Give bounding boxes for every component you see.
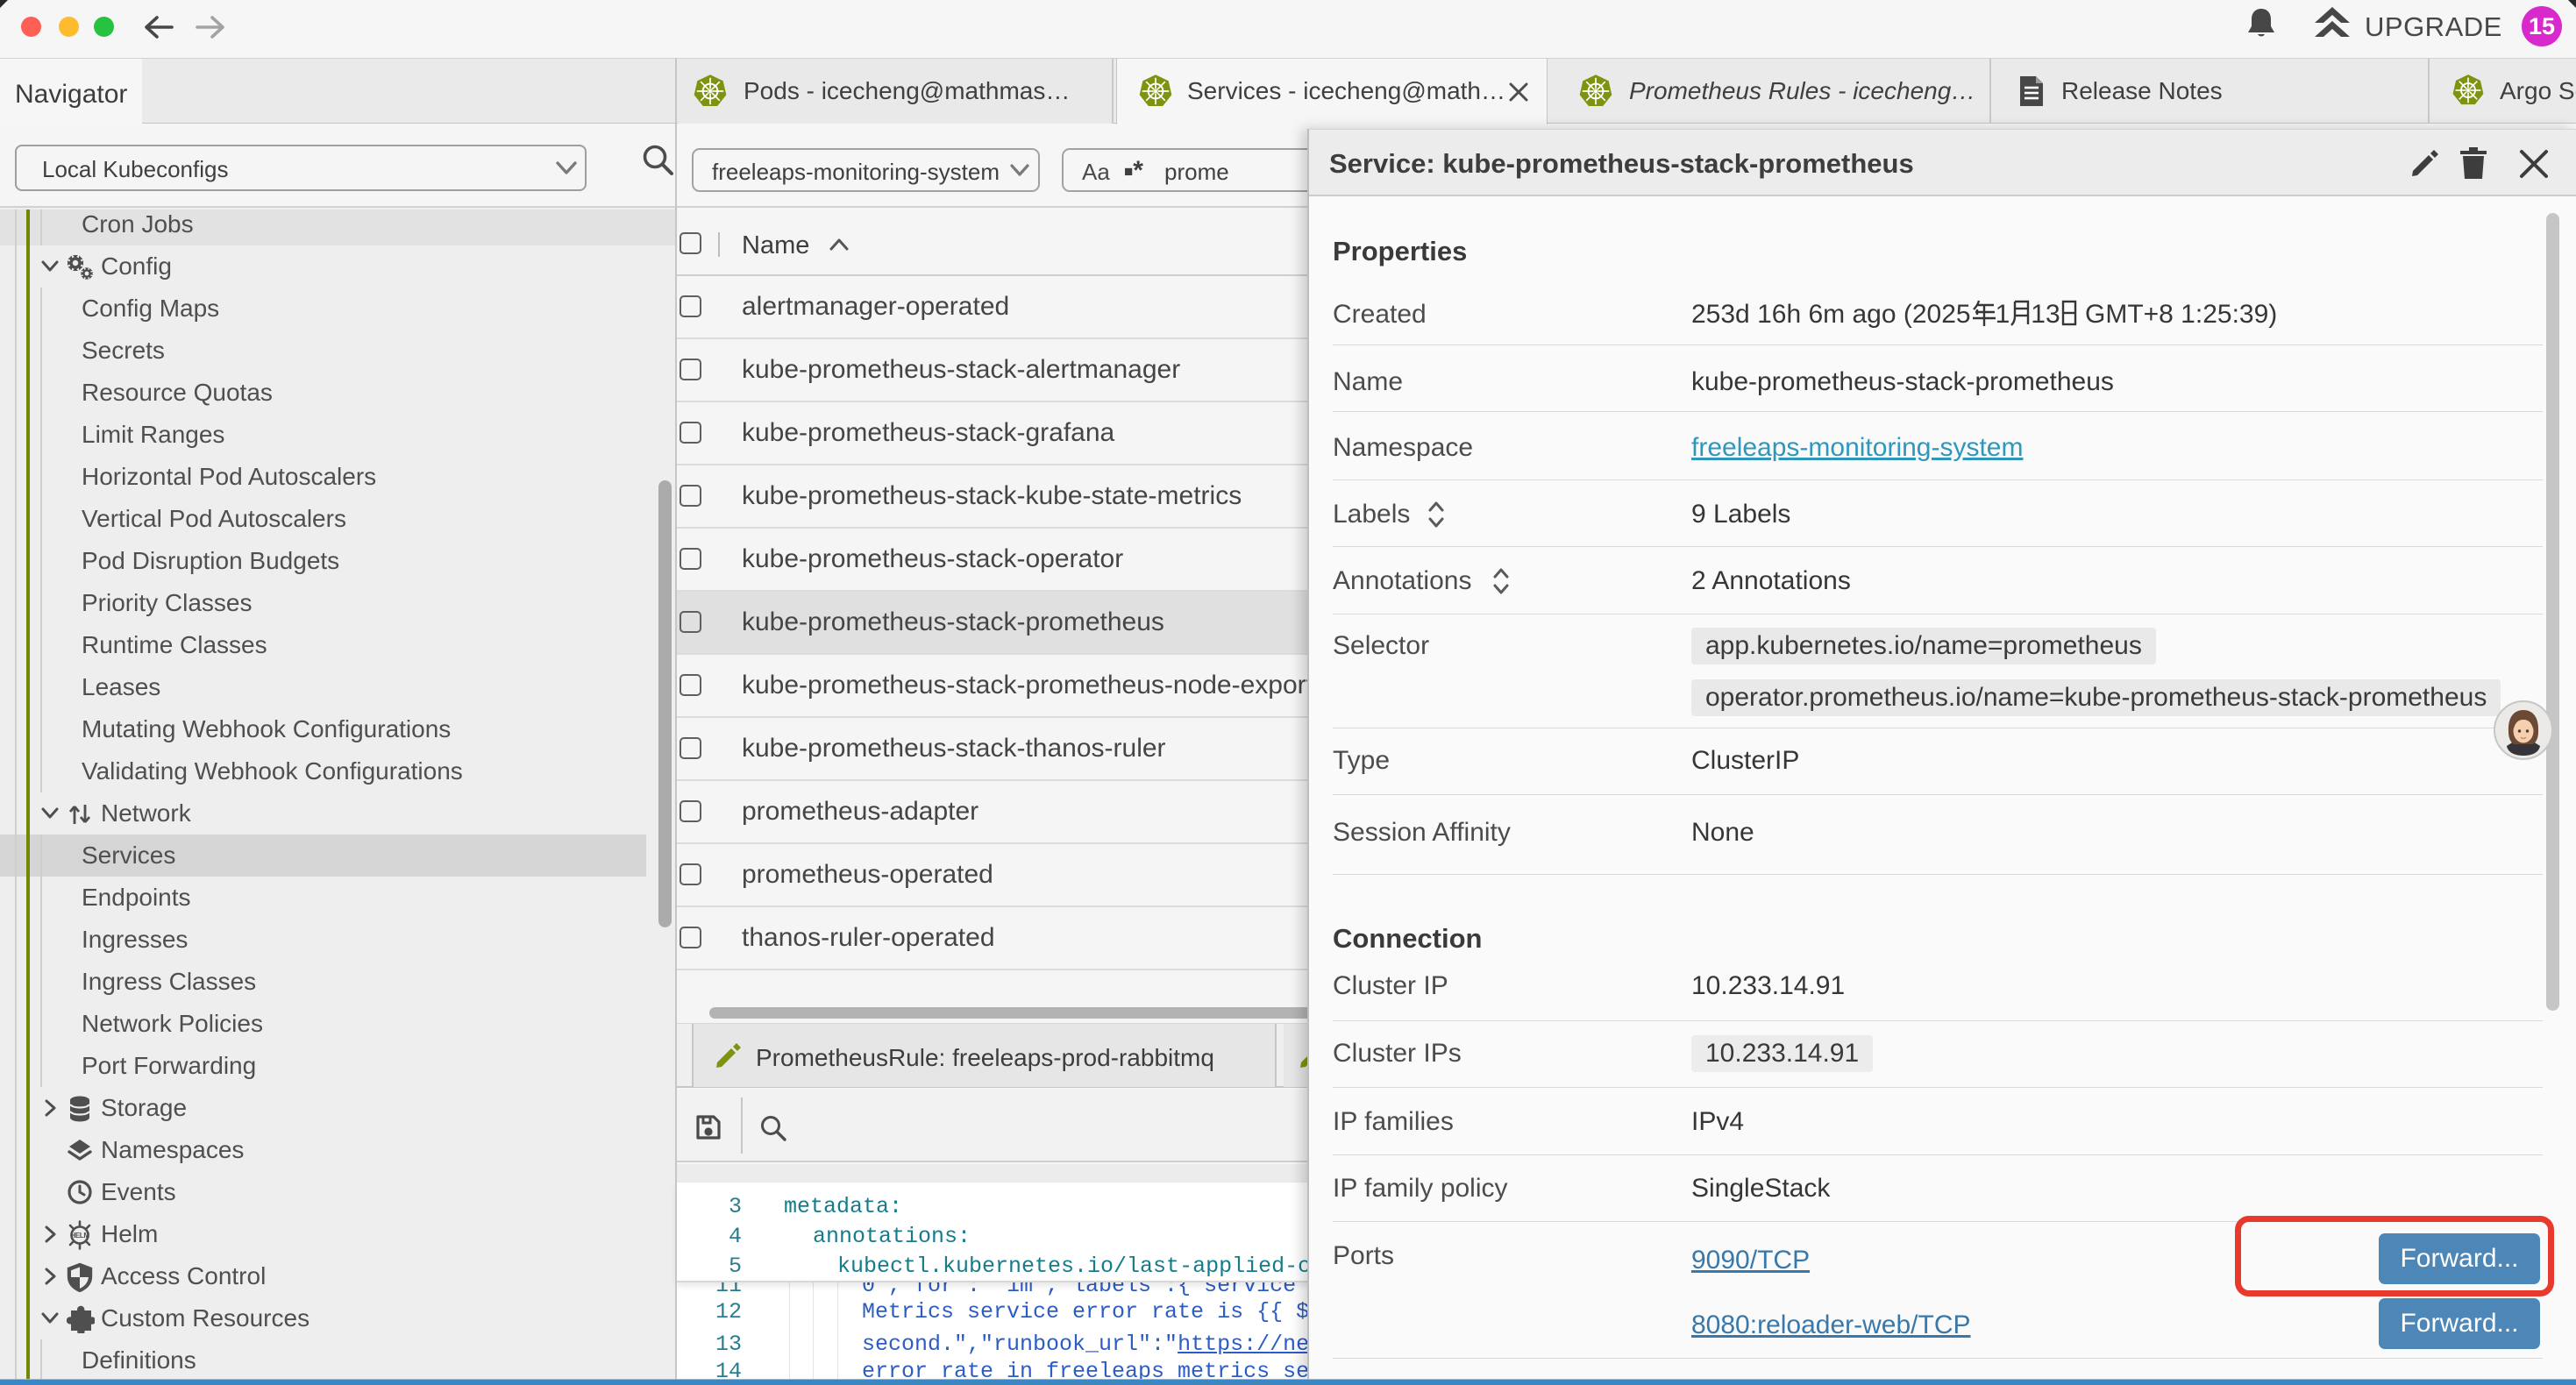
svg-text:HELM: HELM	[70, 1232, 89, 1239]
